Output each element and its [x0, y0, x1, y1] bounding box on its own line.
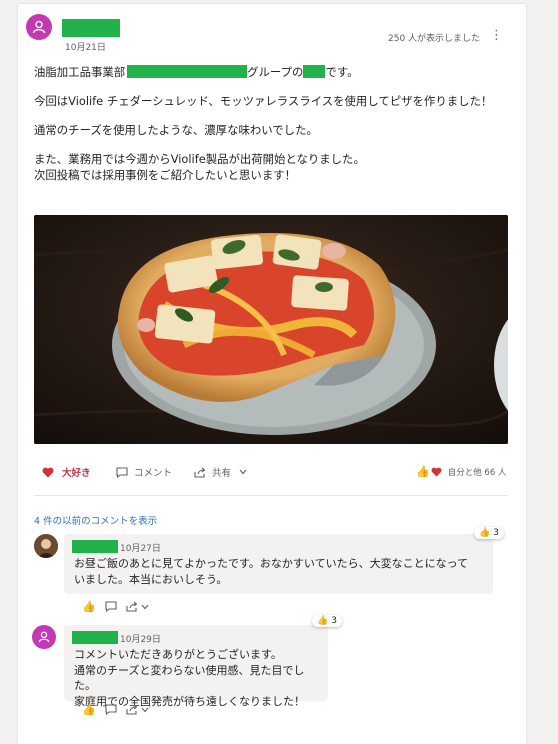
comment-reaction-count[interactable]: 👍 3	[312, 615, 342, 627]
heart-icon	[42, 467, 54, 477]
post-paragraph-4: また、業務用では今週からViolife製品が出荷開始となりました。 次回投稿では…	[34, 151, 514, 183]
share-menu[interactable]	[126, 704, 149, 715]
redacted-author-name[interactable]	[62, 19, 120, 37]
post-paragraph-2: 今回はViolife チェダーシュレッド、モッツァレラスライスを使用してピザを作…	[34, 94, 493, 108]
thumbs-up-icon: 👍	[317, 616, 329, 626]
view-count: 250 人が表示しました	[388, 34, 481, 44]
redacted-commenter-name[interactable]	[72, 540, 118, 553]
post-card: 10月21日 250 人が表示しました ⋮ 油脂加工品事業部 グループの です。 今…	[18, 4, 526, 744]
comment-bubble: 10月29日 コメントいただきありがとうございます。 通常のチーズと変わらない使…	[64, 625, 328, 708]
comment-line-1: コメントいただきありがとうございます。	[74, 648, 282, 661]
chevron-down-icon	[141, 604, 149, 609]
comment-label: コメント	[134, 468, 173, 479]
share-icon	[126, 704, 138, 715]
comment-line-2: 通常のチーズと変わらない使用感、見た目でした。	[74, 663, 305, 693]
post-text-group: グループの	[247, 65, 304, 79]
thumbs-up-icon[interactable]: 👍	[82, 703, 96, 716]
post-actions-bar: 大好き コメント 共有 👍 自分と他 66 人	[34, 465, 510, 489]
comment-icon[interactable]	[105, 704, 117, 715]
share-icon	[194, 467, 206, 478]
comment-actions: 👍	[82, 703, 149, 716]
pizza-image	[34, 215, 508, 444]
comment-icon[interactable]	[105, 601, 117, 612]
redacted-person-name	[303, 65, 326, 78]
post-text-4a: また、業務用では今週からViolife製品が出荷開始となりました。	[34, 152, 365, 166]
person-icon	[38, 631, 50, 643]
post-text-dept: 油脂加工品事業部	[34, 65, 126, 79]
post-body: 油脂加工品事業部 グループの です。 今回はViolife チェダーシュレッド、モッ…	[34, 64, 514, 183]
post-text-4b: 次回投稿では採用事例をご紹介したいと思います！	[34, 168, 296, 182]
chevron-down-icon	[141, 707, 149, 712]
reaction-summary-text: 自分と他 66 人	[447, 467, 507, 478]
like-button[interactable]: 大好き	[42, 465, 91, 479]
reaction-summary[interactable]: 👍 自分と他 66 人	[416, 465, 506, 478]
share-menu[interactable]	[126, 601, 149, 612]
share-label: 共有	[212, 468, 232, 479]
share-icon	[126, 601, 138, 612]
show-previous-comments-link[interactable]: 4 件の以前のコメントを表示	[34, 513, 157, 527]
thumbs-up-icon: 👍	[416, 465, 430, 478]
comment-reaction-count[interactable]: 👍 3	[474, 527, 504, 539]
post-date: 10月21日	[65, 43, 106, 53]
comment-text: お昼ご飯のあとに見てよかったです。おなかすいていたら、大変なことになっていました…	[74, 557, 469, 586]
post-paragraph-1: 油脂加工品事業部 グループの です。	[34, 64, 514, 80]
person-icon	[32, 20, 46, 34]
like-label: 大好き	[62, 468, 91, 479]
heart-icon	[431, 467, 442, 477]
comment-bubble: 10月27日 お昼ご飯のあとに見てよかったです。おなかすいていたら、大変なことに…	[64, 534, 493, 594]
comment-button[interactable]: コメント	[116, 465, 172, 479]
comment-actions: 👍	[82, 600, 149, 613]
comment-icon	[116, 466, 128, 478]
commenter-avatar-photo[interactable]	[34, 534, 58, 558]
thumbs-up-icon: 👍	[479, 528, 491, 538]
chevron-down-icon	[239, 469, 247, 475]
reaction-count: 3	[493, 528, 499, 538]
author-avatar-small[interactable]	[32, 625, 56, 649]
redacted-group-name	[127, 65, 248, 78]
divider	[34, 495, 508, 496]
redacted-author-name[interactable]	[72, 631, 118, 644]
pizza-photo[interactable]	[34, 215, 508, 444]
post-paragraph-3: 通常のチーズを使用したような、濃厚な味わいでした。	[34, 123, 318, 137]
post-text-desu: です。	[325, 65, 359, 79]
more-icon[interactable]: ⋮	[490, 28, 503, 43]
thumbs-up-icon[interactable]: 👍	[82, 600, 96, 613]
author-avatar[interactable]	[26, 14, 52, 40]
share-button[interactable]: 共有	[194, 465, 247, 479]
reaction-count: 3	[331, 616, 337, 626]
comment-text: コメントいただきありがとうございます。 通常のチーズと変わらない使用感、見た目で…	[74, 647, 314, 709]
